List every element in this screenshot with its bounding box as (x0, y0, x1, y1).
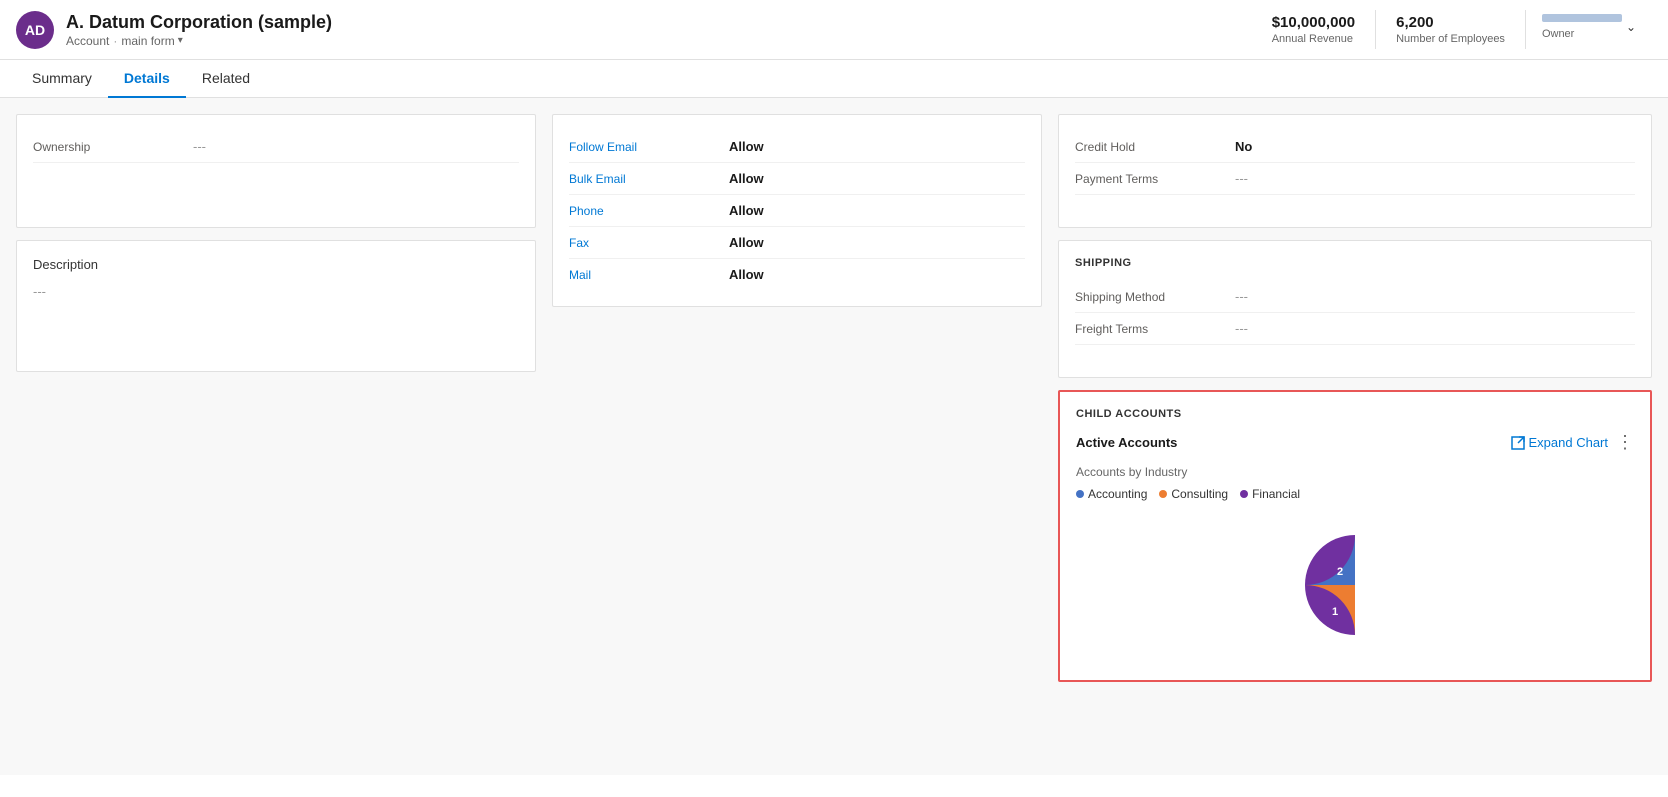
payment-terms-value: --- (1235, 171, 1635, 186)
shipping-card-spacer (1075, 345, 1635, 361)
employees-value: 6,200 (1396, 14, 1505, 31)
right-column: Credit Hold No Payment Terms --- SHIPPIN… (1058, 114, 1652, 759)
freight-terms-value: --- (1235, 321, 1635, 336)
credit-hold-label: Credit Hold (1075, 140, 1235, 154)
owner-meta: Owner ⌄ (1525, 10, 1652, 49)
account-name: A. Datum Corporation (sample) (66, 12, 1252, 33)
shipping-section-title: SHIPPING (1075, 257, 1635, 269)
bulk-email-field: Bulk Email Allow (569, 163, 1025, 195)
freight-terms-label: Freight Terms (1075, 322, 1235, 336)
tab-bar: Summary Details Related (0, 60, 1668, 98)
pie-label-financial: 2 (1337, 566, 1343, 578)
legend-item-consulting: Consulting (1159, 487, 1228, 501)
chart-legend: Accounting Consulting Financial (1076, 487, 1634, 501)
accounts-by-industry-label: Accounts by Industry (1076, 465, 1634, 479)
credit-hold-field: Credit Hold No (1075, 131, 1635, 163)
fax-field: Fax Allow (569, 227, 1025, 259)
header-meta: $10,000,000 Annual Revenue 6,200 Number … (1252, 10, 1652, 49)
chart-actions: Expand Chart ⋮ (1511, 432, 1635, 453)
form-name: main form (121, 34, 174, 48)
mail-field: Mail Allow (569, 259, 1025, 290)
card-spacer (1075, 195, 1635, 211)
follow-email-value: Allow (729, 139, 1025, 154)
header-subtitle: Account · main form ▾ (66, 34, 1252, 48)
main-content: Ownership --- Description --- Follow Ema… (0, 98, 1668, 775)
fax-value: Allow (729, 235, 1025, 250)
left-column: Ownership --- Description --- (16, 114, 536, 759)
pie-chart: 1 1 2 (1295, 525, 1415, 648)
ownership-card: Ownership --- (16, 114, 536, 228)
description-spacer (33, 323, 519, 355)
child-accounts-title: CHILD ACCOUNTS (1076, 408, 1634, 420)
phone-value: Allow (729, 203, 1025, 218)
accounting-legend-dot (1076, 490, 1084, 498)
pie-chart-container: 1 1 2 (1076, 517, 1634, 664)
fax-label: Fax (569, 236, 729, 250)
financial-legend-dot (1240, 490, 1248, 498)
annual-revenue-label: Annual Revenue (1272, 33, 1355, 45)
subtitle-dot: · (113, 34, 117, 48)
payment-terms-field: Payment Terms --- (1075, 163, 1635, 195)
annual-revenue-meta: $10,000,000 Annual Revenue (1252, 10, 1375, 49)
phone-label: Phone (569, 204, 729, 218)
consulting-legend-dot (1159, 490, 1167, 498)
description-card: Description --- (16, 240, 536, 372)
shipping-method-value: --- (1235, 289, 1635, 304)
more-options-icon[interactable]: ⋮ (1616, 432, 1634, 453)
bulk-email-value: Allow (729, 171, 1025, 186)
pie-label-consulting: 1 (1332, 606, 1338, 618)
chart-header: Active Accounts Expand Chart ⋮ (1076, 432, 1634, 453)
child-accounts-card: CHILD ACCOUNTS Active Accounts Expand Ch… (1058, 390, 1652, 682)
shipping-card: SHIPPING Shipping Method --- Freight Ter… (1058, 240, 1652, 378)
mail-label: Mail (569, 268, 729, 282)
freight-terms-field: Freight Terms --- (1075, 313, 1635, 345)
chevron-down-icon: ▾ (178, 35, 183, 46)
employees-meta: 6,200 Number of Employees (1375, 10, 1525, 49)
employees-label: Number of Employees (1396, 33, 1505, 45)
ownership-label: Ownership (33, 140, 193, 154)
header-title-section: A. Datum Corporation (sample) Account · … (66, 12, 1252, 48)
avatar: AD (16, 11, 54, 49)
tab-details[interactable]: Details (108, 60, 186, 98)
contact-preferences-card: Follow Email Allow Bulk Email Allow Phon… (552, 114, 1042, 307)
ownership-field: Ownership --- (33, 131, 519, 163)
active-accounts-label: Active Accounts (1076, 435, 1177, 450)
phone-field: Phone Allow (569, 195, 1025, 227)
annual-revenue-value: $10,000,000 (1272, 14, 1355, 31)
legend-item-accounting: Accounting (1076, 487, 1147, 501)
tab-related[interactable]: Related (186, 60, 266, 98)
pie-label-accounting: 1 (1377, 568, 1383, 580)
description-value: --- (33, 284, 519, 299)
account-type: Account (66, 34, 109, 48)
owner-dropdown[interactable]: Owner ⌄ (1542, 14, 1636, 40)
owner-bar (1542, 14, 1622, 22)
expand-chart-label: Expand Chart (1529, 435, 1609, 450)
payment-terms-label: Payment Terms (1075, 172, 1235, 186)
follow-email-label: Follow Email (569, 140, 729, 154)
owner-label: Owner (1542, 28, 1622, 40)
credit-payment-card: Credit Hold No Payment Terms --- (1058, 114, 1652, 228)
consulting-legend-label: Consulting (1171, 487, 1228, 501)
shipping-method-label: Shipping Method (1075, 290, 1235, 304)
owner-chevron-icon: ⌄ (1626, 20, 1636, 34)
financial-legend-label: Financial (1252, 487, 1300, 501)
expand-chart-button[interactable]: Expand Chart (1511, 435, 1609, 450)
pie-chart-svg: 1 1 2 (1295, 525, 1415, 645)
follow-email-field: Follow Email Allow (569, 131, 1025, 163)
description-title: Description (33, 257, 519, 272)
page-header: AD A. Datum Corporation (sample) Account… (0, 0, 1668, 60)
bulk-email-label: Bulk Email (569, 172, 729, 186)
middle-column: Follow Email Allow Bulk Email Allow Phon… (552, 114, 1042, 759)
shipping-method-field: Shipping Method --- (1075, 281, 1635, 313)
ownership-value: --- (193, 139, 519, 154)
mail-value: Allow (729, 267, 1025, 282)
expand-icon (1511, 436, 1525, 450)
accounting-legend-label: Accounting (1088, 487, 1147, 501)
form-selector[interactable]: main form ▾ (121, 34, 182, 48)
credit-hold-value: No (1235, 139, 1635, 154)
tab-summary[interactable]: Summary (16, 60, 108, 98)
legend-item-financial: Financial (1240, 487, 1300, 501)
ownership-spacer (33, 163, 519, 211)
